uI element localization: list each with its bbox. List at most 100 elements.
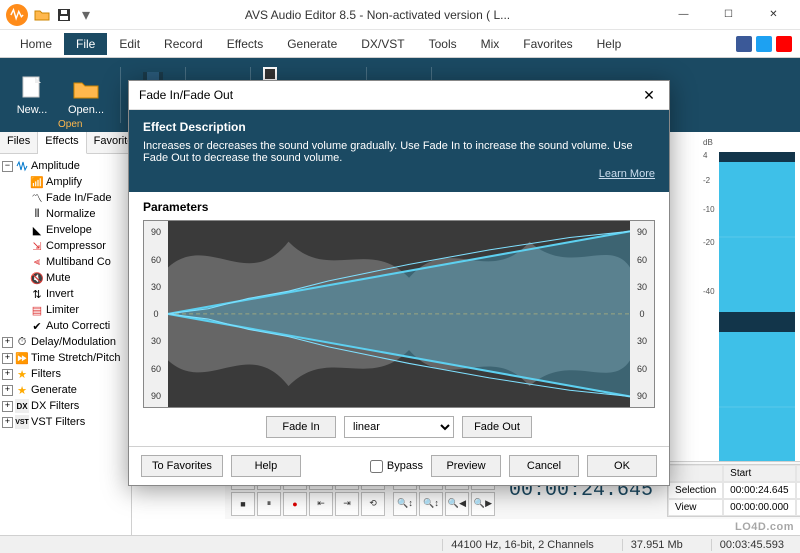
tree-delay[interactable]: +⏱Delay/Modulation bbox=[2, 334, 129, 350]
prev-marker-button[interactable]: ⇤ bbox=[309, 492, 333, 516]
ribbon-open-desc: Open bbox=[58, 119, 82, 130]
expand-icon[interactable]: + bbox=[2, 369, 13, 380]
menu-effects[interactable]: Effects bbox=[215, 33, 275, 55]
expand-icon[interactable]: + bbox=[2, 353, 13, 364]
tree-fade[interactable]: 〽Fade In/Fade bbox=[2, 190, 129, 206]
tree-dxfilters[interactable]: +DXDX Filters bbox=[2, 398, 129, 414]
learn-more-link[interactable]: Learn More bbox=[599, 168, 655, 180]
fade-preview-canvas[interactable] bbox=[168, 221, 630, 407]
help-button[interactable]: Help bbox=[231, 455, 301, 477]
next-marker-button[interactable]: ⇥ bbox=[335, 492, 359, 516]
cancel-button[interactable]: Cancel bbox=[509, 455, 579, 477]
ribbon-open[interactable]: Open... bbox=[60, 72, 112, 118]
tab-files[interactable]: Files bbox=[0, 132, 38, 153]
dialog-close-button[interactable]: ✕ bbox=[639, 85, 659, 105]
fade-in-button[interactable]: Fade In bbox=[266, 416, 336, 438]
compressor-icon: ⇲ bbox=[30, 239, 44, 253]
fade-controls-row: Fade In linear Fade Out bbox=[143, 408, 655, 442]
tab-effects[interactable]: Effects bbox=[38, 132, 86, 154]
loop-button[interactable]: ⟲ bbox=[361, 492, 385, 516]
dialog-buttons: To Favorites Help Bypass Preview Cancel … bbox=[129, 446, 669, 485]
menu-tools[interactable]: Tools bbox=[417, 33, 469, 55]
twitter-icon[interactable] bbox=[756, 36, 772, 52]
tree-amplify[interactable]: 📶Amplify bbox=[2, 174, 129, 190]
desc-header: Effect Description bbox=[143, 120, 655, 134]
effect-description: Effect Description Increases or decrease… bbox=[129, 110, 669, 192]
menu-file[interactable]: File bbox=[64, 33, 107, 55]
multiband-icon: ⫷ bbox=[30, 255, 44, 269]
fade-out-button[interactable]: Fade Out bbox=[462, 416, 532, 438]
dialog-titlebar[interactable]: Fade In/Fade Out ✕ bbox=[129, 81, 669, 110]
menu-mix[interactable]: Mix bbox=[469, 33, 512, 55]
window-buttons: — ☐ ✕ bbox=[661, 1, 796, 29]
expand-icon[interactable]: + bbox=[2, 417, 13, 428]
tree-generate[interactable]: +★Generate bbox=[2, 382, 129, 398]
tree-multiband[interactable]: ⫷Multiband Co bbox=[2, 254, 129, 270]
save-icon[interactable] bbox=[56, 7, 72, 23]
youtube-icon[interactable] bbox=[776, 36, 792, 52]
tree-vstfilters[interactable]: +VSTVST Filters bbox=[2, 414, 129, 430]
qat-dropdown-icon[interactable]: ▾ bbox=[78, 7, 94, 23]
menu-favorites[interactable]: Favorites bbox=[511, 33, 584, 55]
limiter-icon: ▤ bbox=[30, 303, 44, 317]
preview-button[interactable]: Preview bbox=[431, 455, 501, 477]
zoom-v-in-button[interactable]: 🔍↕ bbox=[393, 492, 417, 516]
status-size: 37.951 Mb bbox=[622, 539, 691, 551]
tree-envelope[interactable]: ◣Envelope bbox=[2, 222, 129, 238]
row-view-label: View bbox=[668, 499, 723, 516]
amplitude-icon bbox=[15, 159, 29, 173]
maximize-button[interactable]: ☐ bbox=[706, 1, 751, 29]
menu-dxvst[interactable]: DX/VST bbox=[349, 33, 416, 55]
auto-icon: ✔ bbox=[30, 319, 44, 333]
sel-end[interactable]: 00:03:16.399 bbox=[796, 482, 800, 499]
col-start: Start bbox=[723, 465, 795, 482]
collapse-icon[interactable]: − bbox=[2, 161, 13, 172]
tree-limiter[interactable]: ▤Limiter bbox=[2, 302, 129, 318]
stop-button[interactable]: ■ bbox=[231, 492, 255, 516]
facebook-icon[interactable] bbox=[736, 36, 752, 52]
view-start[interactable]: 00:00:00.000 bbox=[723, 499, 795, 516]
zoom-left-button[interactable]: 🔍◀ bbox=[445, 492, 469, 516]
record-button[interactable]: ● bbox=[283, 492, 307, 516]
window-title: AVS Audio Editor 8.5 - Non-activated ver… bbox=[94, 8, 661, 22]
tree-timestretch[interactable]: +⏩Time Stretch/Pitch bbox=[2, 350, 129, 366]
folder-open-icon bbox=[72, 74, 100, 102]
tree-compressor[interactable]: ⇲Compressor bbox=[2, 238, 129, 254]
menu-edit[interactable]: Edit bbox=[107, 33, 152, 55]
expand-icon[interactable]: + bbox=[2, 385, 13, 396]
view-end[interactable]: 00:03:45.593 bbox=[796, 499, 800, 516]
expand-icon[interactable]: + bbox=[2, 337, 13, 348]
open-folder-icon[interactable] bbox=[34, 7, 50, 23]
menu-record[interactable]: Record bbox=[152, 33, 215, 55]
sel-start[interactable]: 00:00:24.645 bbox=[723, 482, 795, 499]
waveform-thumbnail[interactable] bbox=[719, 152, 795, 492]
menu-generate[interactable]: Generate bbox=[275, 33, 349, 55]
desc-text: Increases or decreases the sound volume … bbox=[143, 140, 655, 164]
menubar: Home File Edit Record Effects Generate D… bbox=[0, 30, 800, 58]
tree-filters[interactable]: +★Filters bbox=[2, 366, 129, 382]
quick-access-toolbar: ▾ bbox=[34, 7, 94, 23]
tree-normalize[interactable]: ⫴Normalize bbox=[2, 206, 129, 222]
zoom-right-button[interactable]: 🔍▶ bbox=[471, 492, 495, 516]
ribbon-new[interactable]: New... bbox=[8, 72, 56, 118]
close-button[interactable]: ✕ bbox=[751, 1, 796, 29]
fade-preview-chart[interactable]: 90 60 30 0 30 60 90 bbox=[143, 220, 655, 408]
tree-invert[interactable]: ⇅Invert bbox=[2, 286, 129, 302]
pause-button[interactable]: ⏸ bbox=[257, 492, 281, 516]
curve-select[interactable]: linear bbox=[344, 416, 454, 438]
time-icon: ⏩ bbox=[15, 351, 29, 365]
tree-amplitude[interactable]: − Amplitude bbox=[2, 158, 129, 174]
menu-home[interactable]: Home bbox=[8, 33, 64, 55]
tree-autocorrect[interactable]: ✔Auto Correcti bbox=[2, 318, 129, 334]
ok-button[interactable]: OK bbox=[587, 455, 657, 477]
tree-mute[interactable]: 🔇Mute bbox=[2, 270, 129, 286]
new-icon bbox=[18, 74, 46, 102]
zoom-v-out-button[interactable]: 🔍↕ bbox=[419, 492, 443, 516]
minimize-button[interactable]: — bbox=[661, 1, 706, 29]
invert-icon: ⇅ bbox=[30, 287, 44, 301]
to-favorites-button[interactable]: To Favorites bbox=[141, 455, 223, 477]
expand-icon[interactable]: + bbox=[2, 401, 13, 412]
bypass-checkbox-input[interactable] bbox=[370, 460, 383, 473]
menu-help[interactable]: Help bbox=[585, 33, 634, 55]
bypass-checkbox[interactable]: Bypass bbox=[370, 460, 423, 473]
